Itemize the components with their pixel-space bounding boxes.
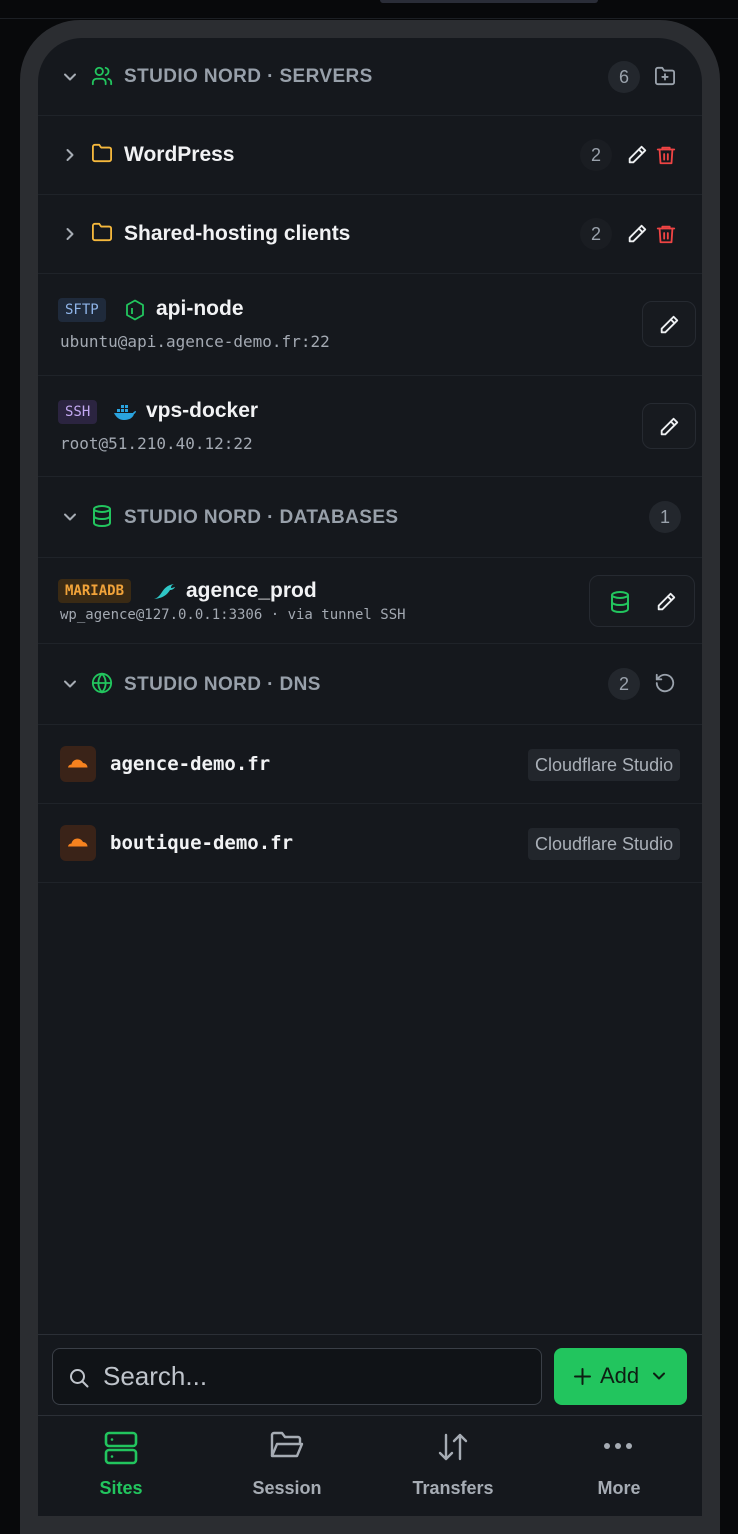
folder-row-shared-hosting[interactable]: Shared-hosting clients 2 [38,195,702,274]
cloudflare-icon [60,746,96,782]
device-notch [380,0,598,3]
dns-zone-row[interactable]: boutique-demo.fr Cloudflare Studio [38,804,702,883]
users-icon [91,65,113,87]
database-row-agence-prod[interactable]: MARIADB agence_prod wp_agence@127.0.0.1:… [38,558,702,644]
folder-name: Shared-hosting clients [124,222,351,245]
open-database-button[interactable] [610,591,630,613]
chevron-right-icon[interactable] [62,147,78,163]
tab-session[interactable]: Session [204,1416,370,1516]
globe-icon [91,672,113,694]
tab-label: Session [252,1478,322,1498]
folder-count: 2 [580,218,612,250]
site-list: STUDIO NORD · SERVERS 6 WordPress 2 Shar… [38,38,702,883]
pencil-icon[interactable] [655,591,677,613]
folder-name: WordPress [124,143,235,166]
chevron-down-icon[interactable] [62,69,78,85]
tab-label: More [597,1478,641,1498]
server-stack-icon [104,1431,138,1465]
section-count-badge: 1 [649,501,681,533]
tab-label: Transfers [412,1478,494,1498]
chevron-right-icon[interactable] [62,226,78,242]
folder-count: 2 [580,139,612,171]
section-header-dns[interactable]: STUDIO NORD · DNS 2 [38,644,702,725]
tab-transfers[interactable]: Transfers [370,1416,536,1516]
pencil-icon [658,416,680,438]
more-dots-icon [603,1442,633,1450]
search-box[interactable] [52,1348,542,1405]
pencil-icon [658,314,680,336]
mariadb-seal-icon [153,581,177,601]
edit-host-button[interactable] [642,301,696,347]
dns-domain: boutique-demo.fr [110,832,294,854]
dns-zone-row[interactable]: agence-demo.fr Cloudflare Studio [38,725,702,804]
folder-open-icon [270,1431,304,1461]
folder-plus-icon[interactable] [654,66,676,86]
host-address: ubuntu@api.agence-demo.fr:22 [60,332,330,351]
refresh-icon[interactable] [654,672,676,694]
chevron-down-icon[interactable] [62,509,78,525]
engine-badge: MARIADB [58,579,132,603]
section-count-badge: 6 [608,61,640,93]
bottom-tab-bar: Sites Session Transfers More [38,1415,702,1516]
section-header-servers[interactable]: STUDIO NORD · SERVERS 6 [38,38,702,116]
edit-host-button[interactable] [642,403,696,449]
folder-icon [91,143,113,163]
dns-provider-badge: Cloudflare Studio [528,749,681,781]
node-hexagon-icon [125,299,145,321]
dns-domain: agence-demo.fr [110,753,271,775]
database-icon [92,505,112,527]
chevron-down-icon[interactable] [62,676,78,692]
tab-label: Sites [99,1478,143,1498]
dns-provider-badge: Cloudflare Studio [528,828,681,860]
host-name: vps-docker [146,399,259,422]
docker-whale-icon [113,403,137,421]
tab-more[interactable]: More [536,1416,702,1516]
section-title: STUDIO NORD · DATABASES [124,507,399,528]
search-icon [69,1368,89,1388]
cloudflare-icon [60,825,96,861]
plus-icon [574,1368,591,1385]
database-actions [589,575,695,627]
top-divider [0,18,738,19]
section-count-badge: 2 [608,668,640,700]
trash-icon[interactable] [655,223,677,245]
pencil-icon[interactable] [626,223,648,245]
section-title: STUDIO NORD · SERVERS [124,66,373,87]
database-connection: wp_agence@127.0.0.1:3306 · via tunnel SS… [60,607,406,623]
database-name: agence_prod [186,579,317,602]
tab-sites[interactable]: Sites [38,1416,204,1516]
search-bar: Add [38,1334,702,1414]
trash-icon[interactable] [655,144,677,166]
protocol-badge: SFTP [58,298,106,322]
section-header-databases[interactable]: STUDIO NORD · DATABASES 1 [38,477,702,558]
chevron-down-icon [653,1371,665,1381]
pencil-icon[interactable] [626,144,648,166]
protocol-badge: SSH [58,400,98,424]
host-row-api-node[interactable]: SFTP api-node ubuntu@api.agence-demo.fr:… [38,274,702,376]
host-name: api-node [156,297,244,320]
app-screen: STUDIO NORD · SERVERS 6 WordPress 2 Shar… [38,38,702,1516]
host-address: root@51.210.40.12:22 [60,434,253,453]
search-input[interactable] [103,1349,533,1404]
add-button-label: Add [600,1363,640,1388]
section-title: STUDIO NORD · DNS [124,674,321,695]
folder-icon [91,222,113,242]
folder-row-wordpress[interactable]: WordPress 2 [38,116,702,195]
host-row-vps-docker[interactable]: SSH vps-docker root@51.210.40.12:22 [38,376,702,477]
add-button[interactable]: Add [554,1348,687,1405]
transfer-arrows-icon [437,1431,469,1463]
